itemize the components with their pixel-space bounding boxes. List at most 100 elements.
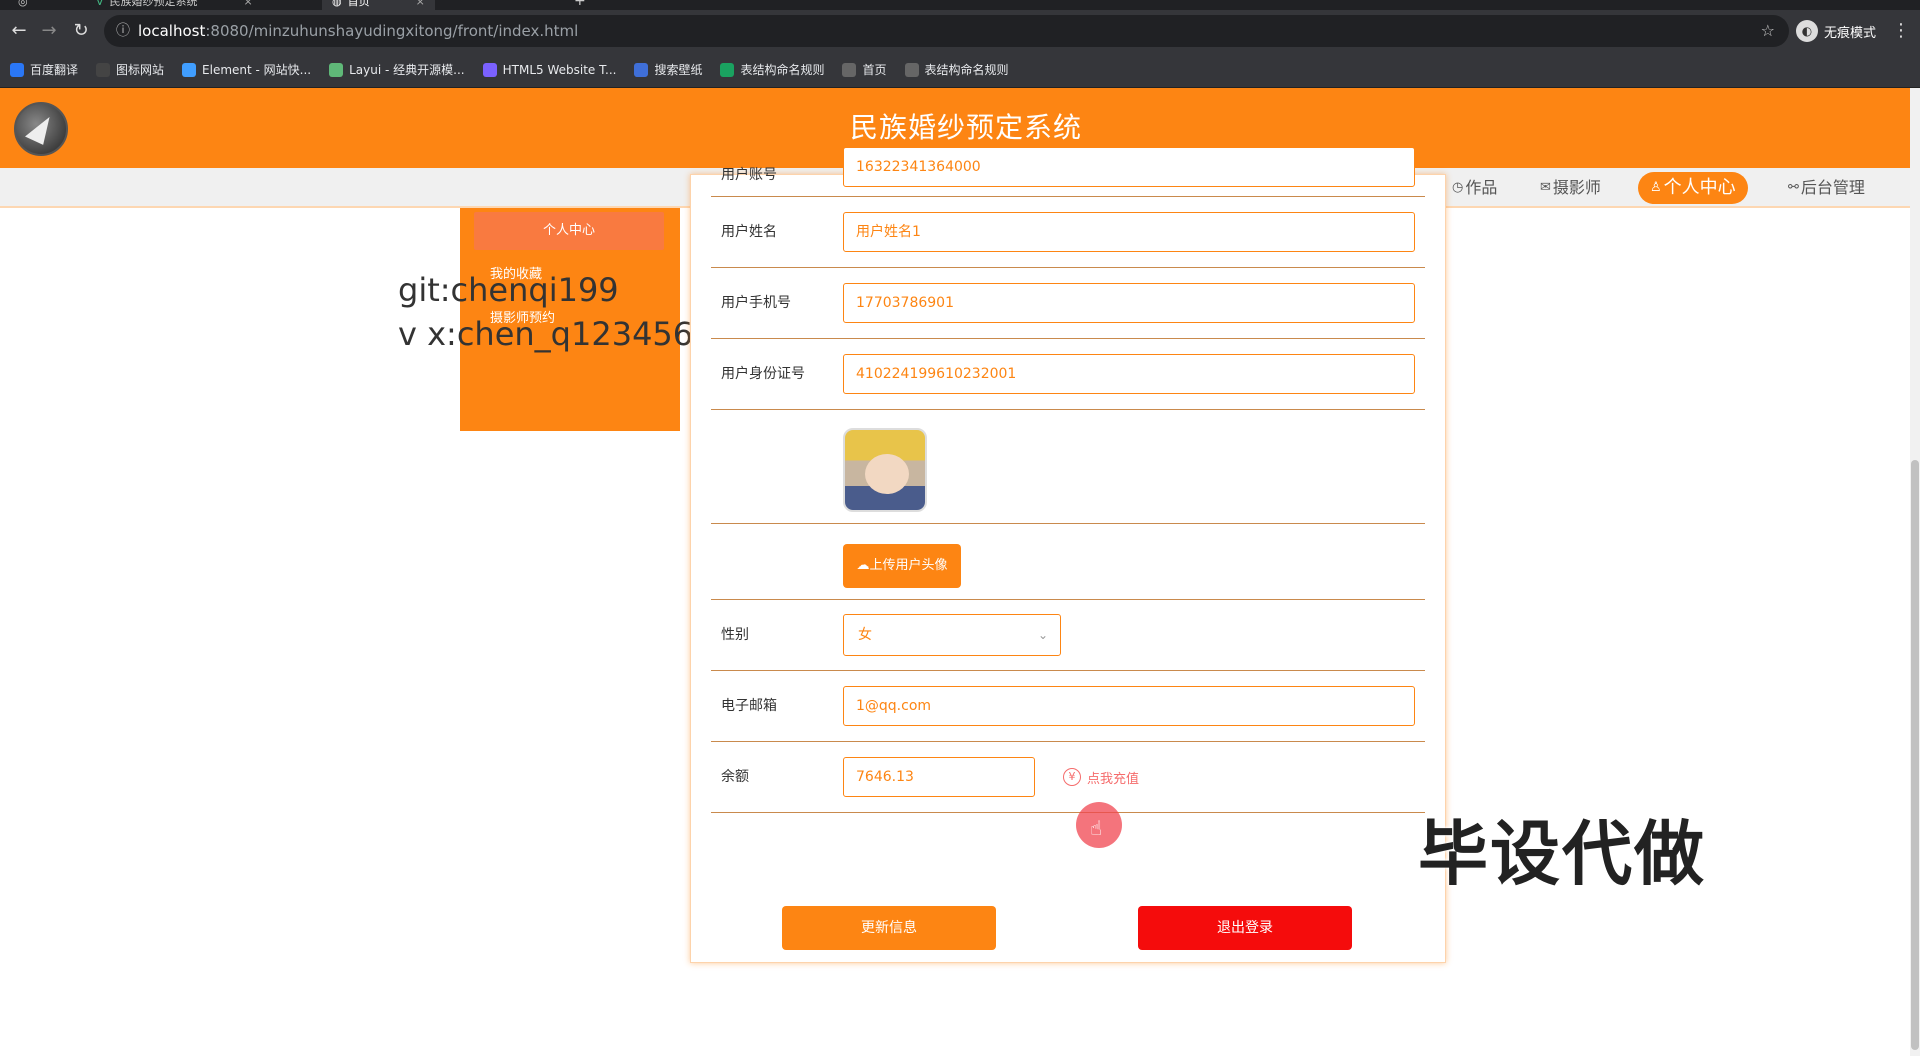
clock-icon: ◷ xyxy=(1452,180,1464,195)
tab-system[interactable]: V 民族婚纱预定系统 × xyxy=(96,0,253,10)
bookmark-item[interactable]: 图标网站 xyxy=(96,61,164,78)
id-input[interactable]: 410224199610232001 xyxy=(843,354,1415,394)
watermark-vx: v x:chen_q123456 xyxy=(398,315,694,353)
gender-label: 性别 xyxy=(721,627,749,643)
chevron-down-icon: ⌄ xyxy=(1037,628,1048,642)
translate-icon xyxy=(10,62,24,77)
nav-photographer[interactable]: ✉ 摄影师 xyxy=(1532,172,1609,204)
bookmark-item[interactable]: 百度翻译 xyxy=(10,61,78,78)
bookmark-label: 首页 xyxy=(862,63,887,77)
update-info-button[interactable]: 更新信息 xyxy=(782,906,996,950)
email-input[interactable]: 1@qq.com xyxy=(843,686,1415,726)
nav-label: 摄影师 xyxy=(1552,178,1601,197)
bookmark-label: HTML5 Website T... xyxy=(502,62,617,77)
yen-icon: ¥ xyxy=(1063,768,1081,786)
form-row-name: 用户姓名 用户姓名1 xyxy=(711,197,1425,268)
bookmark-label: 百度翻译 xyxy=(30,63,79,77)
form-row-balance: 余额 7646.13 ¥ 点我充值 xyxy=(711,742,1425,813)
tab-label: 首页 xyxy=(347,0,370,8)
browser-logo-icon: ◎ xyxy=(18,0,28,8)
gender-value: 女 xyxy=(858,627,872,643)
bookmark-label: 表结构命名规则 xyxy=(924,63,1009,77)
bookmark-label: 图标网站 xyxy=(116,63,165,77)
balance-input[interactable]: 7646.13 xyxy=(843,757,1035,797)
bookmark-item[interactable]: Layui - 经典开源模... xyxy=(329,61,465,78)
click-indicator xyxy=(1076,802,1122,848)
browser-tabbar: ◎ V 民族婚纱预定系统 × ◍ 首页 × + xyxy=(0,0,1920,10)
balance-label: 余额 xyxy=(721,769,749,785)
vue-icon: V xyxy=(96,0,104,8)
close-icon[interactable]: × xyxy=(244,0,253,8)
star-icon[interactable]: ☆ xyxy=(1761,15,1775,47)
phone-input[interactable]: 17703786901 xyxy=(843,283,1415,323)
form-row-email: 电子邮箱 1@qq.com xyxy=(711,671,1425,742)
account-label: 用户账号 xyxy=(721,167,777,183)
info-icon[interactable]: ⓘ xyxy=(116,15,130,47)
recharge-link[interactable]: ¥ 点我充值 xyxy=(1063,766,1139,788)
logout-button[interactable]: 退出登录 xyxy=(1138,906,1352,950)
upload-label: 上传用户头像 xyxy=(869,558,948,573)
incognito-indicator[interactable]: ◐ 无痕模式 xyxy=(1796,18,1876,44)
bookmark-item[interactable]: Element - 网站快... xyxy=(182,61,311,78)
watermark-contact: git:chenqi199 v x:chen_q123456 xyxy=(398,268,693,356)
url-path: :8080/minzuhunshayudingxitong/front/inde… xyxy=(205,22,579,40)
bookmark-label: Layui - 经典开源模... xyxy=(349,63,465,77)
tab-home[interactable]: ◍ 首页 × xyxy=(322,0,435,10)
bookmarks-bar: 百度翻译 图标网站 Element - 网站快... Layui - 经典开源模...… xyxy=(0,52,1920,88)
bookmark-item[interactable]: 表结构命名规则 xyxy=(904,61,1009,78)
nav-admin[interactable]: ⚯ 后台管理 xyxy=(1780,172,1873,204)
id-label: 用户身份证号 xyxy=(721,366,805,382)
name-label: 用户姓名 xyxy=(721,224,777,240)
phone-label: 用户手机号 xyxy=(721,295,791,311)
browser-menu-icon[interactable]: ⋮ xyxy=(1892,20,1910,41)
wallpaper-icon xyxy=(634,62,649,77)
element-icon xyxy=(182,62,197,77)
sidebar-item-user-center[interactable]: 个人中心 xyxy=(474,212,664,250)
form-row-avatar xyxy=(711,410,1425,524)
bookmark-item[interactable]: 首页 xyxy=(842,61,887,78)
link-icon: ⚯ xyxy=(1788,180,1799,195)
upload-avatar-button[interactable]: ☁上传用户头像 xyxy=(843,544,961,588)
name-input[interactable]: 用户姓名1 xyxy=(843,212,1415,252)
user-icon: ♙ xyxy=(1650,180,1662,195)
mail-icon: ✉ xyxy=(1540,180,1551,195)
nav-label: 作品 xyxy=(1465,178,1498,197)
incognito-icon: ◐ xyxy=(1796,20,1818,42)
recharge-label: 点我充值 xyxy=(1087,771,1140,787)
nav-label: 后台管理 xyxy=(1800,178,1865,197)
cloud-upload-icon: ☁ xyxy=(856,558,870,573)
new-tab-button[interactable]: + xyxy=(574,0,586,10)
globe-icon xyxy=(842,62,857,77)
nav-user-center[interactable]: ♙ 个人中心 xyxy=(1638,172,1748,204)
forward-icon[interactable]: → xyxy=(38,20,60,42)
bookmark-item[interactable]: 搜索壁纸 xyxy=(634,61,702,78)
back-icon[interactable]: ← xyxy=(8,20,30,42)
reload-icon[interactable]: ↻ xyxy=(70,20,92,42)
url-input[interactable]: ⓘ localhost:8080/minzuhunshayudingxitong… xyxy=(104,15,1789,47)
watermark-service: 毕设代做 xyxy=(1418,813,1706,895)
globe-icon xyxy=(904,62,919,77)
gender-select[interactable]: 女 ⌄ xyxy=(843,614,1061,656)
url-host: localhost xyxy=(138,22,206,40)
user-avatar xyxy=(843,428,927,512)
account-input[interactable]: 16322341364000 xyxy=(843,147,1415,187)
form-row-upload: ☁上传用户头像 xyxy=(711,524,1425,600)
bookmark-label: 搜索壁纸 xyxy=(654,63,703,77)
form-row-id: 用户身份证号 410224199610232001 xyxy=(711,339,1425,410)
nav-works[interactable]: ◷ 作品 xyxy=(1444,172,1505,204)
layui-icon xyxy=(329,62,344,77)
form-row-phone: 用户手机号 17703786901 xyxy=(711,268,1425,339)
profile-form: 用户账号 16322341364000 用户姓名 用户姓名1 用户手机号 177… xyxy=(690,147,1446,963)
address-bar: ← → ↻ ⓘ localhost:8080/minzuhunshayuding… xyxy=(0,10,1920,52)
email-label: 电子邮箱 xyxy=(721,698,777,714)
page-scrollbar[interactable] xyxy=(1910,88,1920,1056)
bookmark-item[interactable]: HTML5 Website T... xyxy=(482,62,617,77)
close-icon[interactable]: × xyxy=(416,0,425,8)
bookmark-item[interactable]: 表结构命名规则 xyxy=(720,61,824,78)
scrollbar-thumb[interactable] xyxy=(1911,460,1919,1050)
sheet-icon xyxy=(720,62,735,77)
watermark-git: git:chenqi199 xyxy=(398,271,619,309)
html5-icon xyxy=(482,62,497,77)
bookmark-label: Element - 网站快... xyxy=(202,63,312,77)
incognito-label: 无痕模式 xyxy=(1824,25,1877,41)
